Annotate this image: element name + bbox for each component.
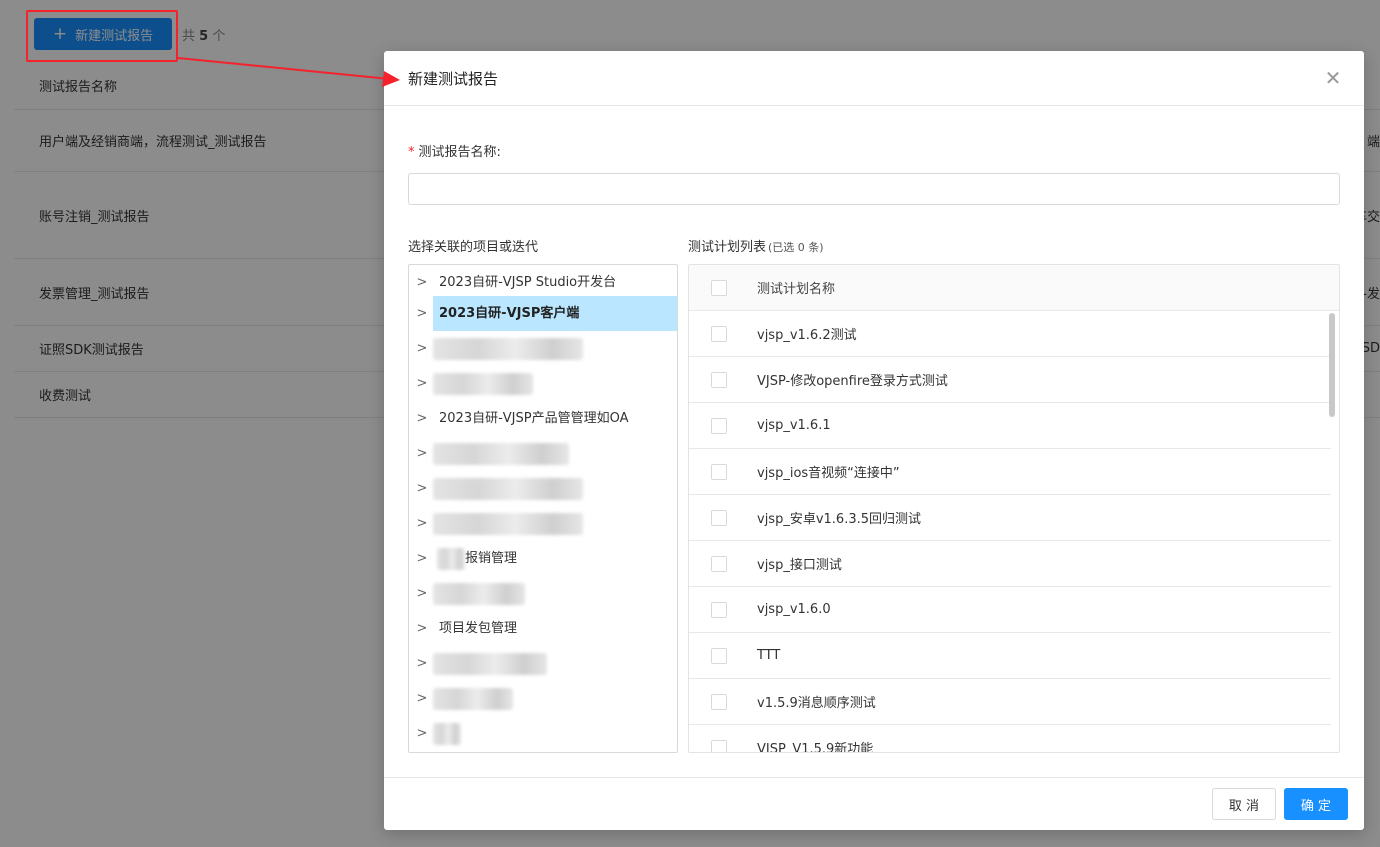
tree-item[interactable]: > xyxy=(409,646,677,681)
row-checkbox[interactable] xyxy=(711,417,727,434)
table-row[interactable]: vjsp_v1.6.1 xyxy=(689,403,1331,449)
tree-item[interactable]: > xyxy=(409,506,677,541)
row-checkbox[interactable] xyxy=(711,463,727,480)
table-row[interactable]: vjsp_v1.6.0 xyxy=(689,587,1331,633)
redacted-label xyxy=(433,337,583,360)
plan-table: 测试计划名称 vjsp_v1.6.2测试 VJSP-修改openfire登录方式… xyxy=(688,264,1340,753)
redacted-label xyxy=(433,687,513,710)
chevron-right-icon[interactable]: > xyxy=(409,446,433,461)
tree-item[interactable]: > 2023自研-VJSP产品管管理如OA xyxy=(409,401,677,436)
row-checkbox[interactable] xyxy=(711,371,727,388)
redacted-label xyxy=(433,512,583,535)
chevron-right-icon[interactable]: > xyxy=(409,551,433,566)
row-checkbox[interactable] xyxy=(711,739,727,752)
chevron-right-icon[interactable]: > xyxy=(409,481,433,496)
chevron-right-icon[interactable]: > xyxy=(409,516,433,531)
tree-item[interactable]: > 报销管理 xyxy=(409,541,677,576)
table-row[interactable]: TTT xyxy=(689,633,1331,679)
redacted-label xyxy=(433,477,583,500)
row-checkbox[interactable] xyxy=(711,555,727,572)
close-icon[interactable]: ✕ xyxy=(1322,67,1344,89)
selected-count: (已选 0 条) xyxy=(768,241,824,254)
tree-item-selected[interactable]: > 2023自研-VJSP客户端 xyxy=(409,296,677,331)
dialog-header: 新建测试报告 ✕ xyxy=(384,51,1364,106)
table-row[interactable]: v1.5.9消息顺序测试 xyxy=(689,679,1331,725)
tree-item[interactable]: > xyxy=(409,471,677,506)
cancel-button[interactable]: 取 消 xyxy=(1212,788,1276,820)
table-row[interactable]: vjsp_v1.6.2测试 xyxy=(689,311,1331,357)
report-name-label: * 测试报告名称: xyxy=(408,145,501,160)
row-checkbox[interactable] xyxy=(711,509,727,526)
chevron-right-icon[interactable]: > xyxy=(409,376,433,391)
new-report-dialog: 新建测试报告 ✕ * 测试报告名称: 选择关联的项目或迭代 测试计划列表 (已选 0… xyxy=(384,51,1364,830)
chevron-right-icon[interactable]: > xyxy=(409,656,433,671)
required-mark: * xyxy=(408,145,415,160)
row-checkbox[interactable] xyxy=(711,647,727,664)
row-checkbox[interactable] xyxy=(711,693,727,710)
select-all-checkbox[interactable] xyxy=(711,279,727,296)
plan-table-header: 测试计划名称 xyxy=(689,265,1339,311)
dialog-title: 新建测试报告 xyxy=(408,69,499,88)
redacted-label xyxy=(433,372,533,395)
tree-item[interactable]: > xyxy=(409,716,677,751)
redacted-label xyxy=(437,547,465,570)
plan-list-scrollbar[interactable] xyxy=(1329,313,1335,417)
redacted-label xyxy=(433,722,461,745)
tree-item[interactable]: > xyxy=(409,681,677,716)
table-row[interactable]: vjsp_接口测试 xyxy=(689,541,1331,587)
chevron-right-icon[interactable]: > xyxy=(409,621,433,636)
dialog-footer: 取 消 确 定 xyxy=(384,777,1364,830)
project-tree: > 2023自研-VJSP Studio开发台 > 2023自研-VJSP客户端… xyxy=(408,264,678,753)
annotation-highlight-box xyxy=(26,10,178,62)
table-row[interactable]: VJSP-修改openfire登录方式测试 xyxy=(689,357,1331,403)
chevron-right-icon[interactable]: > xyxy=(409,411,433,426)
table-row[interactable]: vjsp_安卓v1.6.3.5回归测试 xyxy=(689,495,1331,541)
tree-item[interactable]: > 2023自研-VJSP Studio开发台 xyxy=(409,265,677,300)
confirm-button[interactable]: 确 定 xyxy=(1284,788,1348,820)
report-name-input[interactable] xyxy=(408,173,1340,205)
chevron-right-icon[interactable]: > xyxy=(409,306,433,321)
chevron-right-icon[interactable]: > xyxy=(409,341,433,356)
table-row[interactable]: vjsp_ios音视频“连接中” xyxy=(689,449,1331,495)
table-row[interactable]: VJSP_V1.5.9新功能 xyxy=(689,725,1331,752)
tree-item[interactable]: > xyxy=(409,331,677,366)
redacted-label xyxy=(433,442,569,465)
row-checkbox[interactable] xyxy=(711,601,727,618)
chevron-right-icon[interactable]: > xyxy=(409,691,433,706)
tree-item[interactable]: > 项目发包管理 xyxy=(409,611,677,646)
plan-list-title: 测试计划列表 (已选 0 条) xyxy=(688,240,824,255)
chevron-right-icon[interactable]: > xyxy=(409,275,433,290)
chevron-right-icon[interactable]: > xyxy=(409,586,433,601)
project-tree-title: 选择关联的项目或迭代 xyxy=(408,240,539,255)
tree-item[interactable]: > xyxy=(409,366,677,401)
redacted-label xyxy=(433,582,525,605)
tree-item[interactable]: > xyxy=(409,576,677,611)
chevron-right-icon[interactable]: > xyxy=(409,726,433,741)
tree-item[interactable]: > xyxy=(409,436,677,471)
redacted-label xyxy=(433,652,547,675)
row-checkbox[interactable] xyxy=(711,325,727,342)
